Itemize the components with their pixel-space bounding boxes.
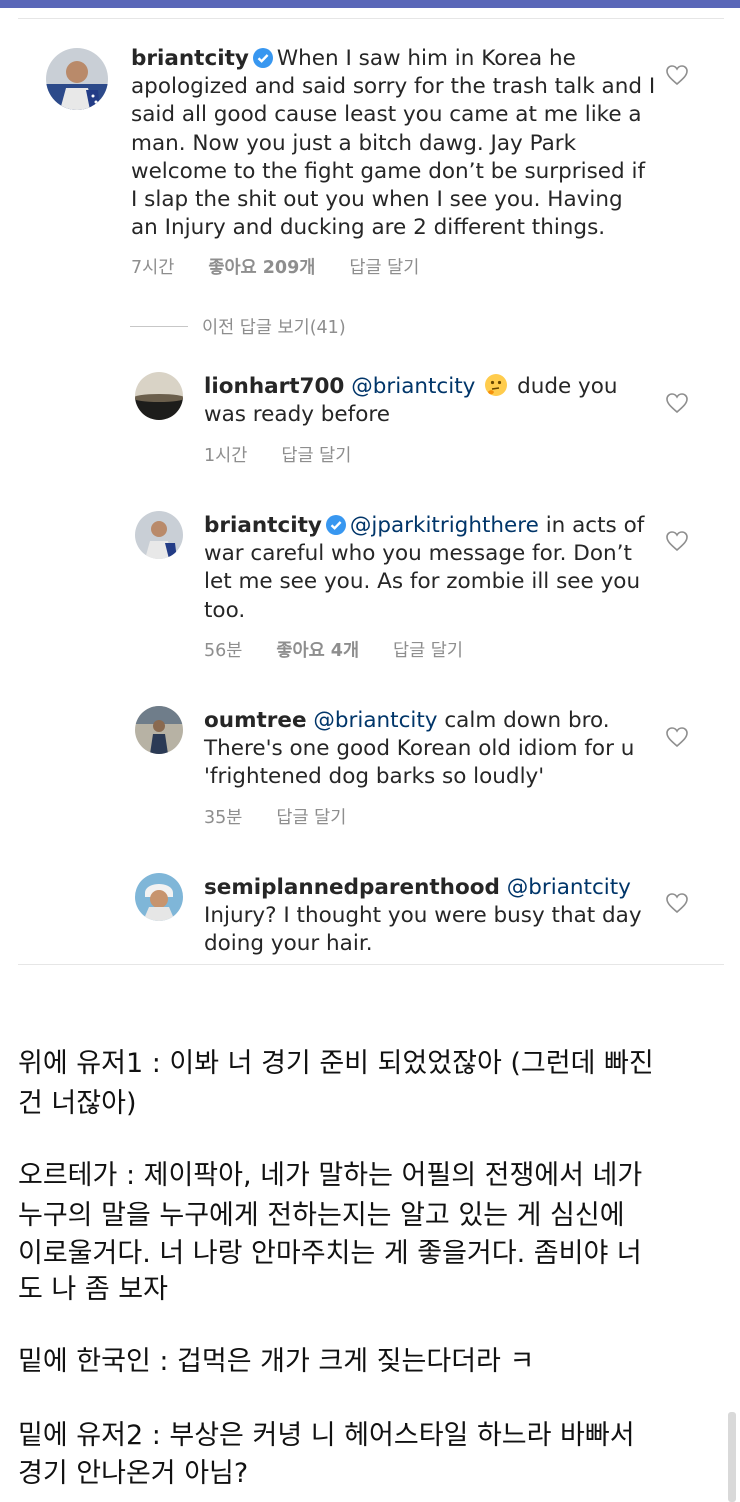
heart-icon[interactable] <box>665 892 689 914</box>
comment-username[interactable]: briantcity <box>131 46 249 71</box>
translation-line: 밑에 유저2 : 부상은 커녕 니 헤어스타일 하느라 바빠서 <box>18 1420 635 1451</box>
translation-line: 건 너잖아) <box>18 1088 137 1119</box>
comment-meta: 7시간 좋아요 209개 답글 달기 <box>131 254 453 279</box>
avatar[interactable] <box>135 511 183 559</box>
view-replies-button[interactable]: 이전 답글 보기(41) <box>130 314 346 339</box>
mention-link[interactable]: @briantcity <box>507 875 631 900</box>
translation-line: 밑에 한국인 : 겁먹은 개가 크게 짖는다더라 ㅋ <box>18 1346 535 1377</box>
comment-time: 7시간 <box>131 258 175 278</box>
translation-line: 누구의 말을 누구에게 전하는지는 알고 있는 게 심신에 <box>18 1200 625 1231</box>
avatar[interactable] <box>135 873 183 921</box>
reply-username[interactable]: oumtree <box>204 708 307 733</box>
reply-button[interactable]: 답글 달기 <box>281 446 351 466</box>
translation-line: 위에 유저1 : 이봐 너 경기 준비 되었었잖아 (그런데 빠진 <box>18 1048 654 1079</box>
divider <box>18 964 724 965</box>
reply-button[interactable]: 답글 달기 <box>276 808 346 828</box>
top-bar <box>0 0 740 8</box>
comment-text: briantcity When I saw him in Korea he apo… <box>131 45 656 242</box>
heart-icon[interactable] <box>665 64 689 86</box>
translation-line: 도 나 좀 보자 <box>18 1274 168 1305</box>
reply-username[interactable]: lionhart700 <box>204 374 344 399</box>
heart-icon[interactable] <box>665 392 689 414</box>
avatar[interactable] <box>135 706 183 754</box>
reply-time: 35분 <box>204 808 243 828</box>
avatar[interactable] <box>135 372 183 420</box>
view-replies-label: 이전 답글 보기(41) <box>202 318 346 338</box>
heart-icon[interactable] <box>665 726 689 748</box>
reply-button[interactable]: 답글 달기 <box>393 641 463 661</box>
verified-badge-icon <box>325 515 346 535</box>
likes-count[interactable]: 좋아요 4개 <box>276 641 359 661</box>
reply-meta: 56분 좋아요 4개 답글 달기 <box>204 637 497 662</box>
reply-text: semiplannedparenthood @briantcity Injury… <box>204 874 654 959</box>
mention-link[interactable]: @jparkitrighthere <box>350 513 539 538</box>
reply-meta: 1시간 답글 달기 <box>204 442 385 467</box>
translation-line: 오르테가 : 제이팍아, 네가 말하는 어필의 전쟁에서 네가 <box>18 1160 643 1191</box>
scrollbar[interactable] <box>728 1412 736 1502</box>
heart-icon[interactable] <box>665 530 689 552</box>
comment-body: When I saw him in Korea he apologized an… <box>131 46 656 241</box>
reply-meta: 35분 답글 달기 <box>204 804 380 829</box>
reply-time: 1시간 <box>204 446 248 466</box>
reply-text: lionhart700 @briantcity dude you was rea… <box>204 373 654 429</box>
reply-text: briantcity @jparkitrighthere in acts of w… <box>204 512 654 625</box>
reply-username[interactable]: semiplannedparenthood <box>204 875 500 900</box>
reply-text: oumtree @briantcity calm down bro. There… <box>204 707 654 792</box>
verified-badge-icon <box>252 48 273 68</box>
translation-line: 경기 안나온거 아님? <box>18 1458 249 1489</box>
mention-link[interactable]: @briantcity <box>313 708 437 733</box>
translation-line: 이로울거다. 너 나랑 안마주치는 게 좋을거다. 좀비야 너 <box>18 1238 642 1269</box>
likes-count[interactable]: 좋아요 209개 <box>208 258 315 278</box>
divider <box>130 326 188 327</box>
mention-link[interactable]: @briantcity <box>351 374 475 399</box>
reply-time: 56분 <box>204 641 243 661</box>
reply-button[interactable]: 답글 달기 <box>349 258 419 278</box>
thinking-face-icon <box>485 374 508 396</box>
reply-username[interactable]: briantcity <box>204 513 322 538</box>
divider <box>18 18 724 19</box>
reply-body: Injury? I thought you were busy that day… <box>204 903 642 957</box>
avatar[interactable] <box>46 48 108 110</box>
